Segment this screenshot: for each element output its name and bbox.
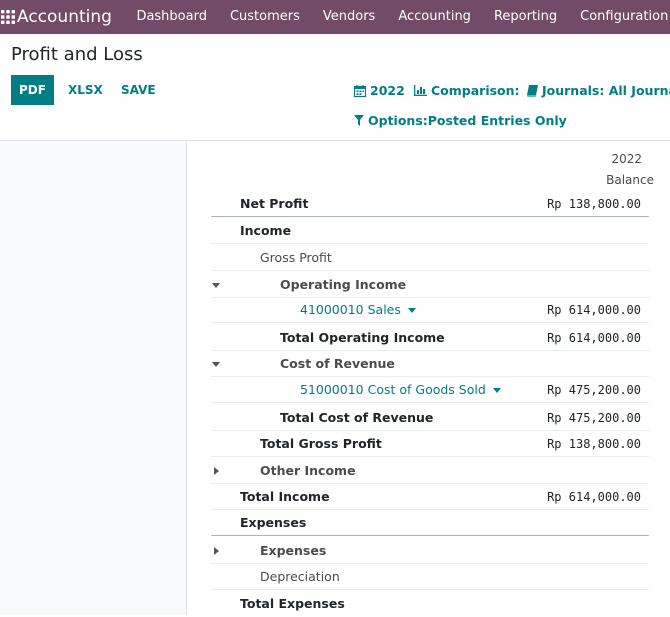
account-link[interactable]: 51000010 Cost of Goods Sold — [300, 377, 501, 403]
line-label: Total Expenses — [240, 596, 345, 611]
pdf-button[interactable]: PDF — [11, 75, 54, 105]
app-brand[interactable]: Accounting — [17, 7, 112, 27]
line-account-sales[interactable]: 41000010 Sales Rp 614,000.00 — [211, 297, 649, 323]
line-label: Total Cost of Revenue — [280, 410, 434, 425]
top-navbar: Accounting Dashboard Customers Vendors A… — [0, 0, 670, 34]
calendar-icon — [354, 84, 366, 97]
line-label: Expenses — [240, 515, 307, 530]
filter-icon — [354, 115, 364, 126]
account-label: 41000010 Sales — [300, 302, 401, 317]
line-total-operating-income[interactable]: Total Operating Income Rp 614,000.00 — [211, 325, 649, 351]
line-label: Cost of Revenue — [280, 356, 395, 371]
options-filter[interactable]: Options:Posted Entries Only — [354, 113, 567, 128]
bar-chart-icon — [414, 85, 427, 96]
main-menu: Dashboard Customers Vendors Accounting R… — [125, 0, 670, 34]
journals-filter[interactable]: Journals: All Journals — [527, 83, 670, 98]
line-amount: Rp 138,800.00 — [547, 437, 641, 451]
line-depreciation[interactable]: Depreciation — [211, 564, 649, 590]
line-label: Depreciation — [260, 569, 340, 584]
caret-down-icon — [492, 388, 501, 393]
column-balance: Balance — [606, 173, 654, 187]
line-total-income[interactable]: Total Income Rp 614,000.00 — [211, 484, 649, 510]
book-icon — [527, 84, 538, 97]
page-title: Profit and Loss — [11, 44, 143, 65]
app-grid-icon[interactable] — [1, 0, 15, 34]
line-operating-income[interactable]: Operating Income — [211, 272, 649, 298]
column-year: 2022 — [611, 152, 642, 166]
caret-right-icon[interactable] — [211, 458, 221, 484]
line-label: Expenses — [260, 543, 327, 558]
line-amount: Rp 614,000.00 — [547, 303, 641, 317]
caret-down-icon[interactable] — [211, 351, 221, 377]
line-total-gross-profit[interactable]: Total Gross Profit Rp 138,800.00 — [211, 431, 649, 457]
caret-down-icon — [407, 308, 416, 313]
line-expenses-section[interactable]: Expenses — [211, 510, 649, 536]
control-panel: Profit and Loss PDF XLSX SAVE 2022 Compa… — [0, 34, 670, 141]
line-other-income[interactable]: Other Income — [211, 458, 649, 484]
left-pane — [0, 142, 187, 615]
line-label: Total Operating Income — [280, 330, 445, 345]
line-total-cost-of-revenue[interactable]: Total Cost of Revenue Rp 475,200.00 — [211, 405, 649, 431]
line-amount: Rp 475,200.00 — [547, 411, 641, 425]
date-filter[interactable]: 2022 — [354, 83, 405, 98]
menu-dashboard[interactable]: Dashboard — [125, 0, 219, 34]
options-label: Options:Posted Entries Only — [368, 113, 567, 128]
journals-label: Journals: All Journals — [542, 83, 670, 98]
line-gross-profit[interactable]: Gross Profit — [211, 245, 649, 271]
line-label: Operating Income — [280, 277, 407, 292]
line-label: Gross Profit — [260, 250, 332, 265]
comparison-filter[interactable]: Comparison: — [414, 83, 520, 98]
menu-customers[interactable]: Customers — [218, 0, 311, 34]
date-filter-label: 2022 — [370, 83, 405, 98]
menu-configuration[interactable]: Configuration — [569, 0, 670, 34]
caret-right-icon[interactable] — [211, 538, 221, 564]
menu-reporting[interactable]: Reporting — [482, 0, 568, 34]
line-total-expenses[interactable]: Total Expenses — [211, 591, 649, 617]
line-label: Total Income — [240, 489, 330, 504]
comparison-label: Comparison: — [431, 83, 520, 98]
line-amount: Rp 614,000.00 — [547, 331, 641, 345]
line-amount: Rp 138,800.00 — [547, 197, 641, 211]
line-expenses[interactable]: Expenses — [211, 538, 649, 564]
line-income[interactable]: Income — [211, 218, 649, 244]
line-account-cogs[interactable]: 51000010 Cost of Goods Sold Rp 475,200.0… — [211, 377, 649, 403]
xlsx-button[interactable]: XLSX — [68, 75, 103, 105]
line-label: Income — [240, 223, 292, 238]
account-link[interactable]: 41000010 Sales — [300, 297, 416, 323]
line-net-profit[interactable]: Net Profit Rp 138,800.00 — [211, 191, 649, 217]
account-label: 51000010 Cost of Goods Sold — [300, 382, 486, 397]
report-table: 2022 Balance Net Profit Rp 138,800.00 In… — [188, 142, 670, 615]
caret-down-icon[interactable] — [211, 272, 221, 298]
line-cost-of-revenue[interactable]: Cost of Revenue — [211, 351, 649, 377]
line-label: Total Gross Profit — [260, 436, 382, 451]
line-amount: Rp 614,000.00 — [547, 490, 641, 504]
line-label: Other Income — [260, 463, 356, 478]
line-amount: Rp 475,200.00 — [547, 383, 641, 397]
save-button[interactable]: SAVE — [121, 75, 156, 105]
menu-accounting[interactable]: Accounting — [387, 0, 483, 34]
menu-vendors[interactable]: Vendors — [311, 0, 386, 34]
line-label: Net Profit — [240, 196, 309, 211]
